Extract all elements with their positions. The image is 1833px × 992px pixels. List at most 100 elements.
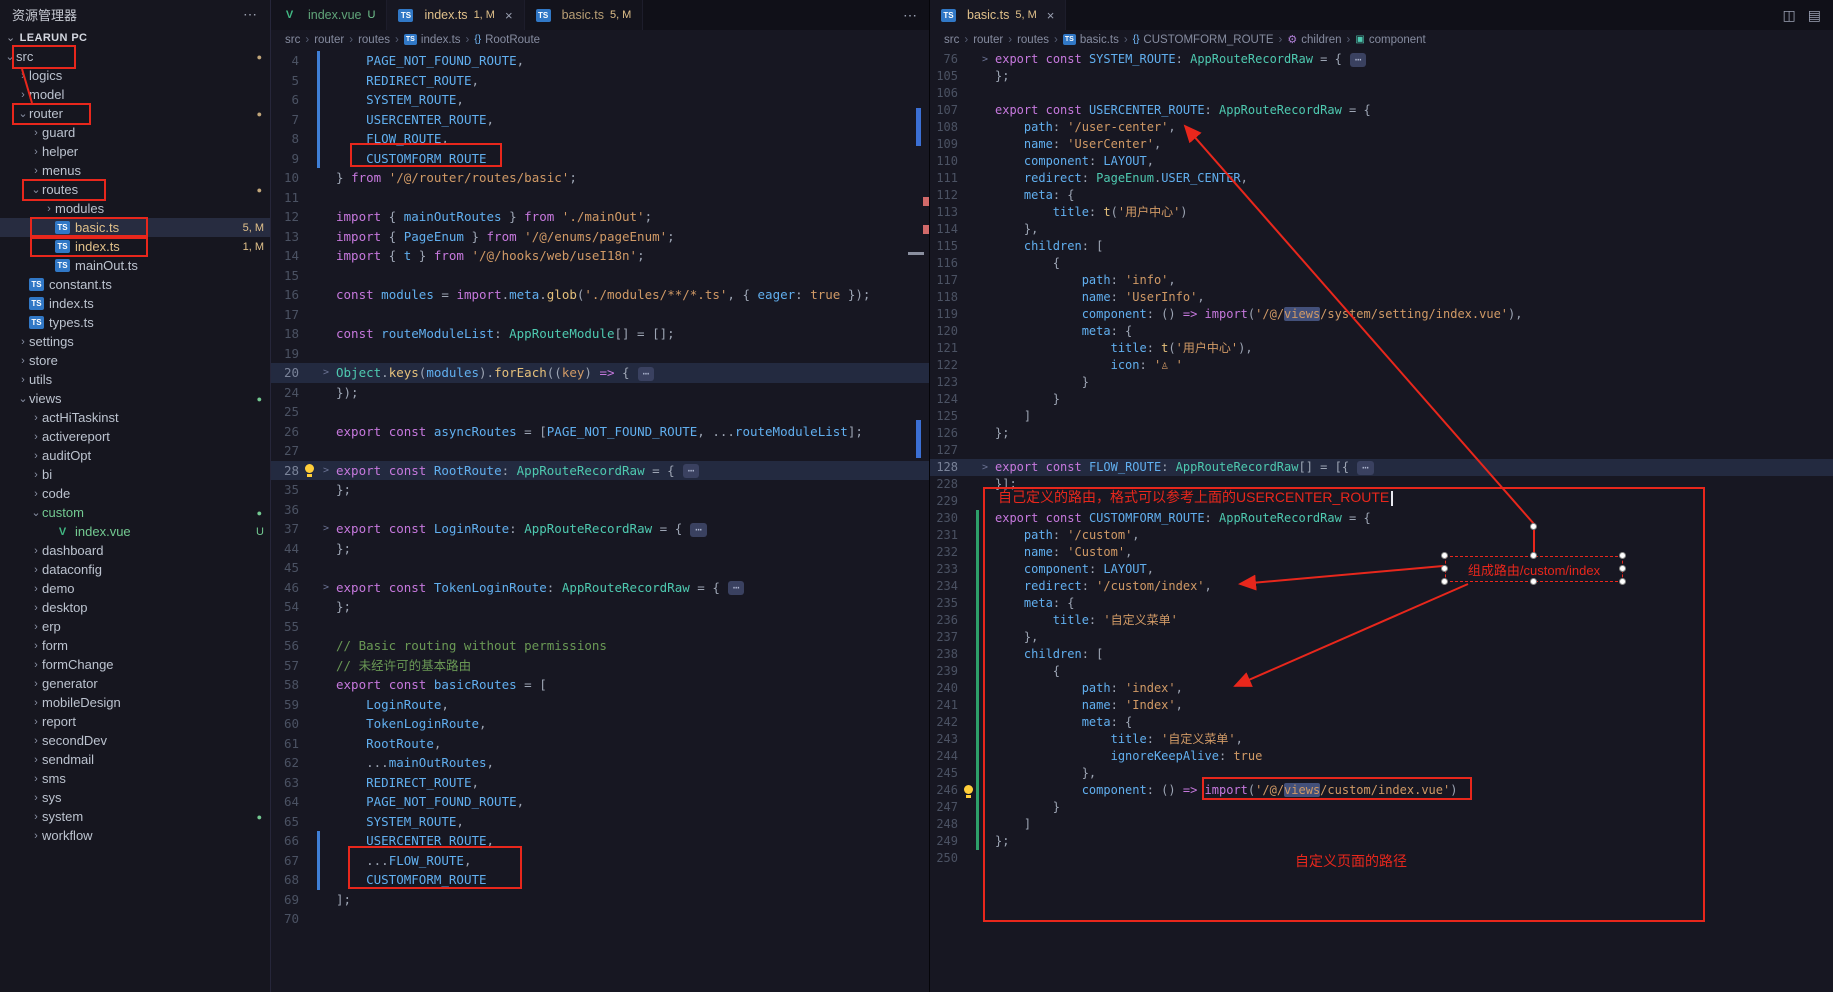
folded-ellipsis[interactable]: ⋯ bbox=[1350, 53, 1367, 67]
code-line-231[interactable]: 231 path: '/custom', bbox=[930, 527, 1833, 544]
tree-item-views[interactable]: ⌄views● bbox=[0, 389, 270, 408]
code-line-127[interactable]: 127 bbox=[930, 442, 1833, 459]
fold-chevron-icon[interactable]: > bbox=[982, 51, 995, 68]
code-line-26[interactable]: 26export const asyncRoutes = [PAGE_NOT_F… bbox=[271, 422, 929, 442]
code-line-117[interactable]: 117 path: 'info', bbox=[930, 272, 1833, 289]
code-line-6[interactable]: 6 SYSTEM_ROUTE, bbox=[271, 90, 929, 110]
breadcrumb-item-component[interactable]: ▣component bbox=[1355, 34, 1425, 46]
code-line-12[interactable]: 12import { mainOutRoutes } from './mainO… bbox=[271, 207, 929, 227]
tree-item-sms[interactable]: ›sms bbox=[0, 769, 270, 788]
code-line-19[interactable]: 19 bbox=[271, 344, 929, 364]
fold-chevron-icon[interactable]: > bbox=[323, 519, 336, 539]
code-line-63[interactable]: 63 REDIRECT_ROUTE, bbox=[271, 773, 929, 793]
breadcrumb-item-RootRoute[interactable]: {}RootRoute bbox=[474, 34, 540, 46]
tree-item-settings[interactable]: ›settings bbox=[0, 332, 270, 351]
fold-chevron-icon[interactable]: > bbox=[323, 461, 336, 481]
tree-item-router[interactable]: ⌄router● bbox=[0, 104, 270, 123]
breadcrumb-item-router[interactable]: router bbox=[314, 34, 344, 46]
tree-item-mobileDesign[interactable]: ›mobileDesign bbox=[0, 693, 270, 712]
tree-item-helper[interactable]: ›helper bbox=[0, 142, 270, 161]
code-line-68[interactable]: 68 CUSTOMFORM_ROUTE bbox=[271, 870, 929, 890]
code-line-126[interactable]: 126}; bbox=[930, 425, 1833, 442]
code-line-238[interactable]: 238 children: [ bbox=[930, 646, 1833, 663]
code-line-45[interactable]: 45 bbox=[271, 558, 929, 578]
code-line-15[interactable]: 15 bbox=[271, 266, 929, 286]
code-line-5[interactable]: 5 REDIRECT_ROUTE, bbox=[271, 71, 929, 91]
code-line-61[interactable]: 61 RootRoute, bbox=[271, 734, 929, 754]
code-line-55[interactable]: 55 bbox=[271, 617, 929, 637]
tree-item-demo[interactable]: ›demo bbox=[0, 579, 270, 598]
tree-item-generator[interactable]: ›generator bbox=[0, 674, 270, 693]
code-line-111[interactable]: 111 redirect: PageEnum.USER_CENTER, bbox=[930, 170, 1833, 187]
code-line-25[interactable]: 25 bbox=[271, 402, 929, 422]
tree-item-index.ts[interactable]: TSindex.ts bbox=[0, 294, 270, 313]
tree-item-desktop[interactable]: ›desktop bbox=[0, 598, 270, 617]
close-icon[interactable]: × bbox=[505, 8, 513, 23]
code-line-114[interactable]: 114 }, bbox=[930, 221, 1833, 238]
code-line-116[interactable]: 116 { bbox=[930, 255, 1833, 272]
code-line-46[interactable]: 46>export const TokenLoginRoute: AppRout… bbox=[271, 578, 929, 598]
code-line-57[interactable]: 57// 未经许可的基本路由 bbox=[271, 656, 929, 676]
tree-item-bi[interactable]: ›bi bbox=[0, 465, 270, 484]
code-line-44[interactable]: 44}; bbox=[271, 539, 929, 559]
code-line-10[interactable]: 10} from '/@/router/routes/basic'; bbox=[271, 168, 929, 188]
tree-item-erp[interactable]: ›erp bbox=[0, 617, 270, 636]
middle-code-area[interactable]: 4 PAGE_NOT_FOUND_ROUTE,5 REDIRECT_ROUTE,… bbox=[271, 49, 929, 992]
fold-chevron-icon[interactable]: > bbox=[323, 578, 336, 598]
code-line-235[interactable]: 235 meta: { bbox=[930, 595, 1833, 612]
tree-item-dataconfig[interactable]: ›dataconfig bbox=[0, 560, 270, 579]
tree-item-index.ts[interactable]: TSindex.ts1, M bbox=[0, 237, 270, 256]
tree-item-formChange[interactable]: ›formChange bbox=[0, 655, 270, 674]
right-code-area[interactable]: 76>export const SYSTEM_ROUTE: AppRouteRe… bbox=[930, 49, 1833, 992]
tree-item-model[interactable]: ›model bbox=[0, 85, 270, 104]
code-line-66[interactable]: 66 USERCENTER_ROUTE, bbox=[271, 831, 929, 851]
fold-chevron-icon[interactable]: > bbox=[982, 459, 995, 476]
code-line-70[interactable]: 70 bbox=[271, 909, 929, 929]
code-line-113[interactable]: 113 title: t('用户中心') bbox=[930, 204, 1833, 221]
tree-item-dashboard[interactable]: ›dashboard bbox=[0, 541, 270, 560]
code-line-16[interactable]: 16const modules = import.meta.glob('./mo… bbox=[271, 285, 929, 305]
tree-item-guard[interactable]: ›guard bbox=[0, 123, 270, 142]
code-line-27[interactable]: 27 bbox=[271, 441, 929, 461]
code-line-4[interactable]: 4 PAGE_NOT_FOUND_ROUTE, bbox=[271, 51, 929, 71]
right-action-icon-1[interactable]: ▤ bbox=[1808, 7, 1821, 24]
code-line-121[interactable]: 121 title: t('用户中心'), bbox=[930, 340, 1833, 357]
tree-item-code[interactable]: ›code bbox=[0, 484, 270, 503]
code-line-237[interactable]: 237 }, bbox=[930, 629, 1833, 646]
tree-item-report[interactable]: ›report bbox=[0, 712, 270, 731]
tree-item-types.ts[interactable]: TStypes.ts bbox=[0, 313, 270, 332]
breadcrumb-item-basic.ts[interactable]: TSbasic.ts bbox=[1063, 34, 1119, 46]
tree-item-sys[interactable]: ›sys bbox=[0, 788, 270, 807]
tree-item-src[interactable]: ⌄src● bbox=[0, 47, 270, 66]
code-line-69[interactable]: 69]; bbox=[271, 890, 929, 910]
breadcrumb-item-router[interactable]: router bbox=[973, 34, 1003, 46]
code-line-246[interactable]: 246 component: () => import('/@/views/cu… bbox=[930, 782, 1833, 799]
code-line-242[interactable]: 242 meta: { bbox=[930, 714, 1833, 731]
breadcrumb-item-routes[interactable]: routes bbox=[358, 34, 390, 46]
code-line-20[interactable]: 20>Object.keys(modules).forEach((key) =>… bbox=[271, 363, 929, 383]
code-line-123[interactable]: 123 } bbox=[930, 374, 1833, 391]
code-line-107[interactable]: 107export const USERCENTER_ROUTE: AppRou… bbox=[930, 102, 1833, 119]
folded-ellipsis[interactable]: ⋯ bbox=[728, 581, 745, 595]
breadcrumb-item-index.ts[interactable]: TSindex.ts bbox=[404, 34, 461, 46]
breadcrumb-item-src[interactable]: src bbox=[944, 34, 959, 46]
more-actions-icon[interactable]: ⋯ bbox=[243, 6, 258, 23]
breadcrumb-item-CUSTOMFORM_ROUTE[interactable]: {}CUSTOMFORM_ROUTE bbox=[1133, 34, 1274, 46]
tree-item-custom[interactable]: ⌄custom● bbox=[0, 503, 270, 522]
tab-basic.ts[interactable]: TSbasic.ts5, M× bbox=[930, 0, 1066, 30]
code-line-240[interactable]: 240 path: 'index', bbox=[930, 680, 1833, 697]
code-line-54[interactable]: 54}; bbox=[271, 597, 929, 617]
code-line-120[interactable]: 120 meta: { bbox=[930, 323, 1833, 340]
close-icon[interactable]: × bbox=[1047, 8, 1055, 23]
code-line-58[interactable]: 58export const basicRoutes = [ bbox=[271, 675, 929, 695]
code-line-245[interactable]: 245 }, bbox=[930, 765, 1833, 782]
code-line-250[interactable]: 250 bbox=[930, 850, 1833, 867]
lightbulb-icon[interactable] bbox=[962, 782, 976, 799]
code-line-14[interactable]: 14import { t } from '/@/hooks/web/useI18… bbox=[271, 246, 929, 266]
code-line-236[interactable]: 236 title: '自定义菜单' bbox=[930, 612, 1833, 629]
tree-item-workflow[interactable]: ›workflow bbox=[0, 826, 270, 845]
code-line-67[interactable]: 67 ...FLOW_ROUTE, bbox=[271, 851, 929, 871]
code-line-244[interactable]: 244 ignoreKeepAlive: true bbox=[930, 748, 1833, 765]
code-line-119[interactable]: 119 component: () => import('/@/views/sy… bbox=[930, 306, 1833, 323]
code-line-36[interactable]: 36 bbox=[271, 500, 929, 520]
